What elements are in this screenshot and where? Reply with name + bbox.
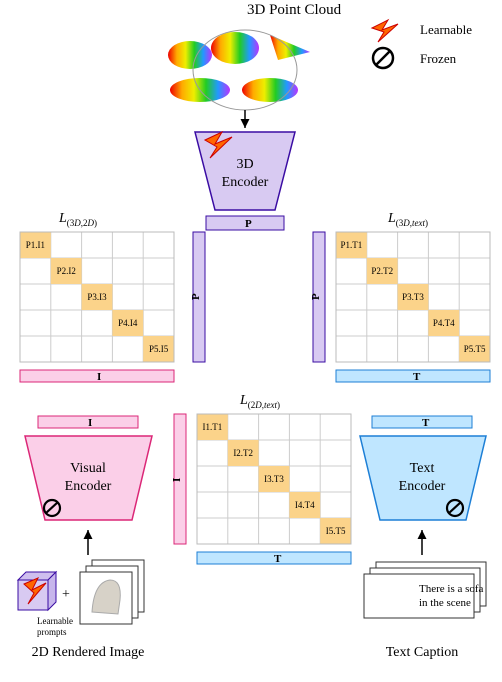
plus-sign: + xyxy=(62,587,70,602)
encoder-3d: 3D Encoder xyxy=(195,132,295,210)
matrix-3d-2d: P I P1.I1 P2.I2 xyxy=(20,232,205,383)
cell-P2I2: P2.I2 xyxy=(57,266,76,276)
cell-I2T2: I2.T2 xyxy=(233,448,253,458)
cell-P5T5: P5.T5 xyxy=(464,344,486,354)
matrix-2d-text: I T I1.T1 I2.T2 I3.T3 I4.T4 I5.T5 xyxy=(171,414,351,565)
matrix-col-axis-T: T xyxy=(413,371,421,383)
encoder-visual: I Visual Encoder xyxy=(25,416,152,520)
text-encoder-line1: Text xyxy=(410,461,435,476)
cell-I5T5: I5.T5 xyxy=(326,526,346,536)
architecture-diagram: 3D Point Cloud Learnable Frozen 3D Encod… xyxy=(0,0,502,682)
encoder-3d-label-1: 3D xyxy=(236,157,253,172)
cell-I4T4: I4.T4 xyxy=(295,500,315,510)
lightning-icon xyxy=(372,20,398,42)
cell-P4I4: P4.I4 xyxy=(118,318,138,328)
learnable-prompts-line2: prompts xyxy=(37,627,67,637)
matrix-col-axis-I: I xyxy=(97,371,101,383)
visual-encoder-line1: Visual xyxy=(70,461,106,476)
loss-label-3d-text: L(3D,text) xyxy=(387,211,428,228)
legend-learnable: Learnable xyxy=(420,22,472,37)
cell-I3T3: I3.T3 xyxy=(264,474,284,484)
bottom-right-label: Text Caption xyxy=(386,645,459,660)
matrix-3d-text: P T P1.T1 P2.T2 P3.T3 P4.T4 P5.T5 xyxy=(310,232,490,383)
visual-output-I: I xyxy=(88,417,92,429)
caption-line2: in the scene xyxy=(419,597,471,609)
loss-label-2d-text: L(2D,text) xyxy=(239,393,280,410)
matrix-row-axis-I: I xyxy=(171,478,183,482)
encoder-3d-label-2: Encoder xyxy=(222,175,269,190)
text-encoder-line2: Encoder xyxy=(399,479,446,494)
encoder-text: T Text Encoder xyxy=(360,416,486,520)
title-3d-point-cloud: 3D Point Cloud xyxy=(247,2,342,18)
visual-encoder-line2: Encoder xyxy=(65,479,112,494)
cell-P4T4: P4.T4 xyxy=(433,318,455,328)
cell-P3I3: P3.I3 xyxy=(87,292,107,302)
matrix-col-axis-T2: T xyxy=(274,553,282,565)
bottom-left-label: 2D Rendered Image xyxy=(32,645,145,660)
cell-I1T1: I1.T1 xyxy=(203,422,223,432)
cell-P1I1: P1.I1 xyxy=(26,240,45,250)
point-cloud-image xyxy=(168,30,310,110)
svg-text:L(2D,text): L(2D,text) xyxy=(239,393,280,410)
legend-frozen: Frozen xyxy=(420,51,457,66)
learnable-prompts-cube: + Learnable prompts xyxy=(18,572,73,637)
caption-line1: There is a sofa xyxy=(419,583,484,595)
learnable-prompts-line1: Learnable xyxy=(37,616,73,626)
svg-text:L(3D,text): L(3D,text) xyxy=(387,211,428,228)
p-output-label: P xyxy=(245,218,252,230)
cell-P2T2: P2.T2 xyxy=(371,266,393,276)
rendered-image-stack xyxy=(80,560,144,624)
text-caption-stack: There is a sofa in the scene xyxy=(364,562,486,618)
matrix-row-axis-P: P xyxy=(190,293,202,300)
legend: Learnable Frozen xyxy=(372,20,472,68)
frozen-icon xyxy=(373,48,393,68)
cell-P3T3: P3.T3 xyxy=(402,292,424,302)
cell-P1T1: P1.T1 xyxy=(341,240,363,250)
svg-text:L(3D,2D): L(3D,2D) xyxy=(58,211,97,228)
matrix-row-axis-P2: P xyxy=(310,293,322,300)
text-output-T: T xyxy=(422,417,430,429)
cell-P5I5: P5.I5 xyxy=(149,344,169,354)
loss-label-3d-2d: L(3D,2D) xyxy=(58,211,97,228)
